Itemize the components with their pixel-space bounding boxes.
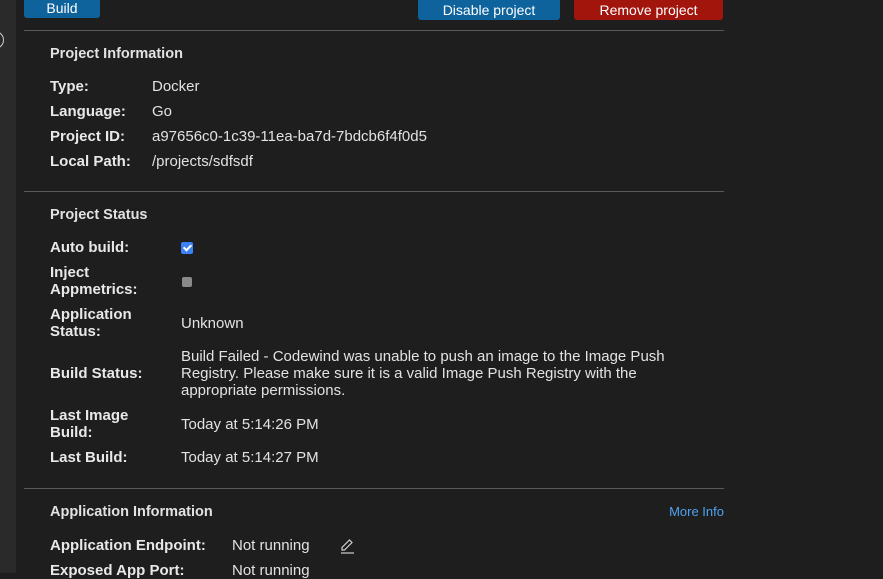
last-image-label-line: Build: bbox=[50, 424, 93, 441]
edit-pencil-icon[interactable] bbox=[338, 537, 356, 555]
auto-build-label: Auto build: bbox=[50, 239, 130, 256]
last-image-build-label: Last Image Build: bbox=[50, 407, 128, 441]
local-path-value: /projects/sdfsdf bbox=[152, 153, 253, 170]
project-status-title: Project Status bbox=[50, 207, 148, 223]
last-image-build-value: Today at 5:14:26 PM bbox=[181, 416, 319, 433]
last-build-label: Last Build: bbox=[50, 449, 128, 466]
inject-label-line: Inject bbox=[50, 264, 90, 281]
inject-label-line: Appmetrics: bbox=[50, 281, 138, 298]
build-status-line: Build Failed - Codewind was unable to pu… bbox=[181, 348, 665, 365]
build-status-label: Build Status: bbox=[50, 365, 143, 382]
exposed-app-port-label: Exposed App Port: bbox=[50, 562, 185, 579]
inject-appmetrics-label: Inject Appmetrics: bbox=[50, 264, 138, 298]
application-endpoint-label: Application Endpoint: bbox=[50, 537, 206, 554]
build-status-line: Registry. Please make sure it is a valid… bbox=[181, 365, 637, 382]
exposed-app-port-value: Not running bbox=[232, 562, 310, 579]
application-status-label: Application Status: bbox=[50, 306, 132, 340]
collapse-circle-icon[interactable] bbox=[0, 31, 4, 49]
application-endpoint-value: Not running bbox=[232, 537, 310, 554]
last-image-label-line: Last Image bbox=[50, 407, 129, 424]
side-strip bbox=[0, 0, 16, 573]
application-status-value: Unknown bbox=[181, 315, 244, 332]
project-id-value: a97656c0-1c39-11ea-ba7d-7bdcb6f4f0d5 bbox=[152, 128, 427, 145]
last-build-value: Today at 5:14:27 PM bbox=[181, 449, 319, 466]
disable-project-button[interactable]: Disable project bbox=[418, 0, 560, 20]
app-status-label-line: Status: bbox=[50, 323, 101, 340]
project-information-title: Project Information bbox=[50, 46, 183, 62]
project-panel: Build Disable project Remove project Pro… bbox=[24, 0, 724, 579]
type-value: Docker bbox=[152, 78, 200, 95]
language-label: Language: bbox=[50, 103, 126, 120]
more-info-link[interactable]: More Info bbox=[669, 504, 724, 519]
build-button[interactable]: Build bbox=[24, 0, 100, 18]
type-label: Type: bbox=[50, 78, 89, 95]
project-id-label: Project ID: bbox=[50, 128, 126, 145]
auto-build-checkbox[interactable] bbox=[181, 242, 193, 254]
local-path-label: Local Path: bbox=[50, 153, 131, 170]
app-status-label-line: Application bbox=[50, 306, 132, 323]
divider bbox=[24, 30, 724, 31]
divider bbox=[24, 488, 724, 489]
remove-project-button[interactable]: Remove project bbox=[574, 0, 723, 20]
divider bbox=[24, 191, 724, 192]
build-status-line: appropriate permissions. bbox=[181, 382, 346, 399]
language-value: Go bbox=[152, 103, 173, 120]
application-information-title: Application Information bbox=[50, 504, 213, 520]
build-status-value: Build Failed - Codewind was unable to pu… bbox=[181, 348, 721, 399]
inject-appmetrics-checkbox[interactable] bbox=[182, 277, 192, 287]
